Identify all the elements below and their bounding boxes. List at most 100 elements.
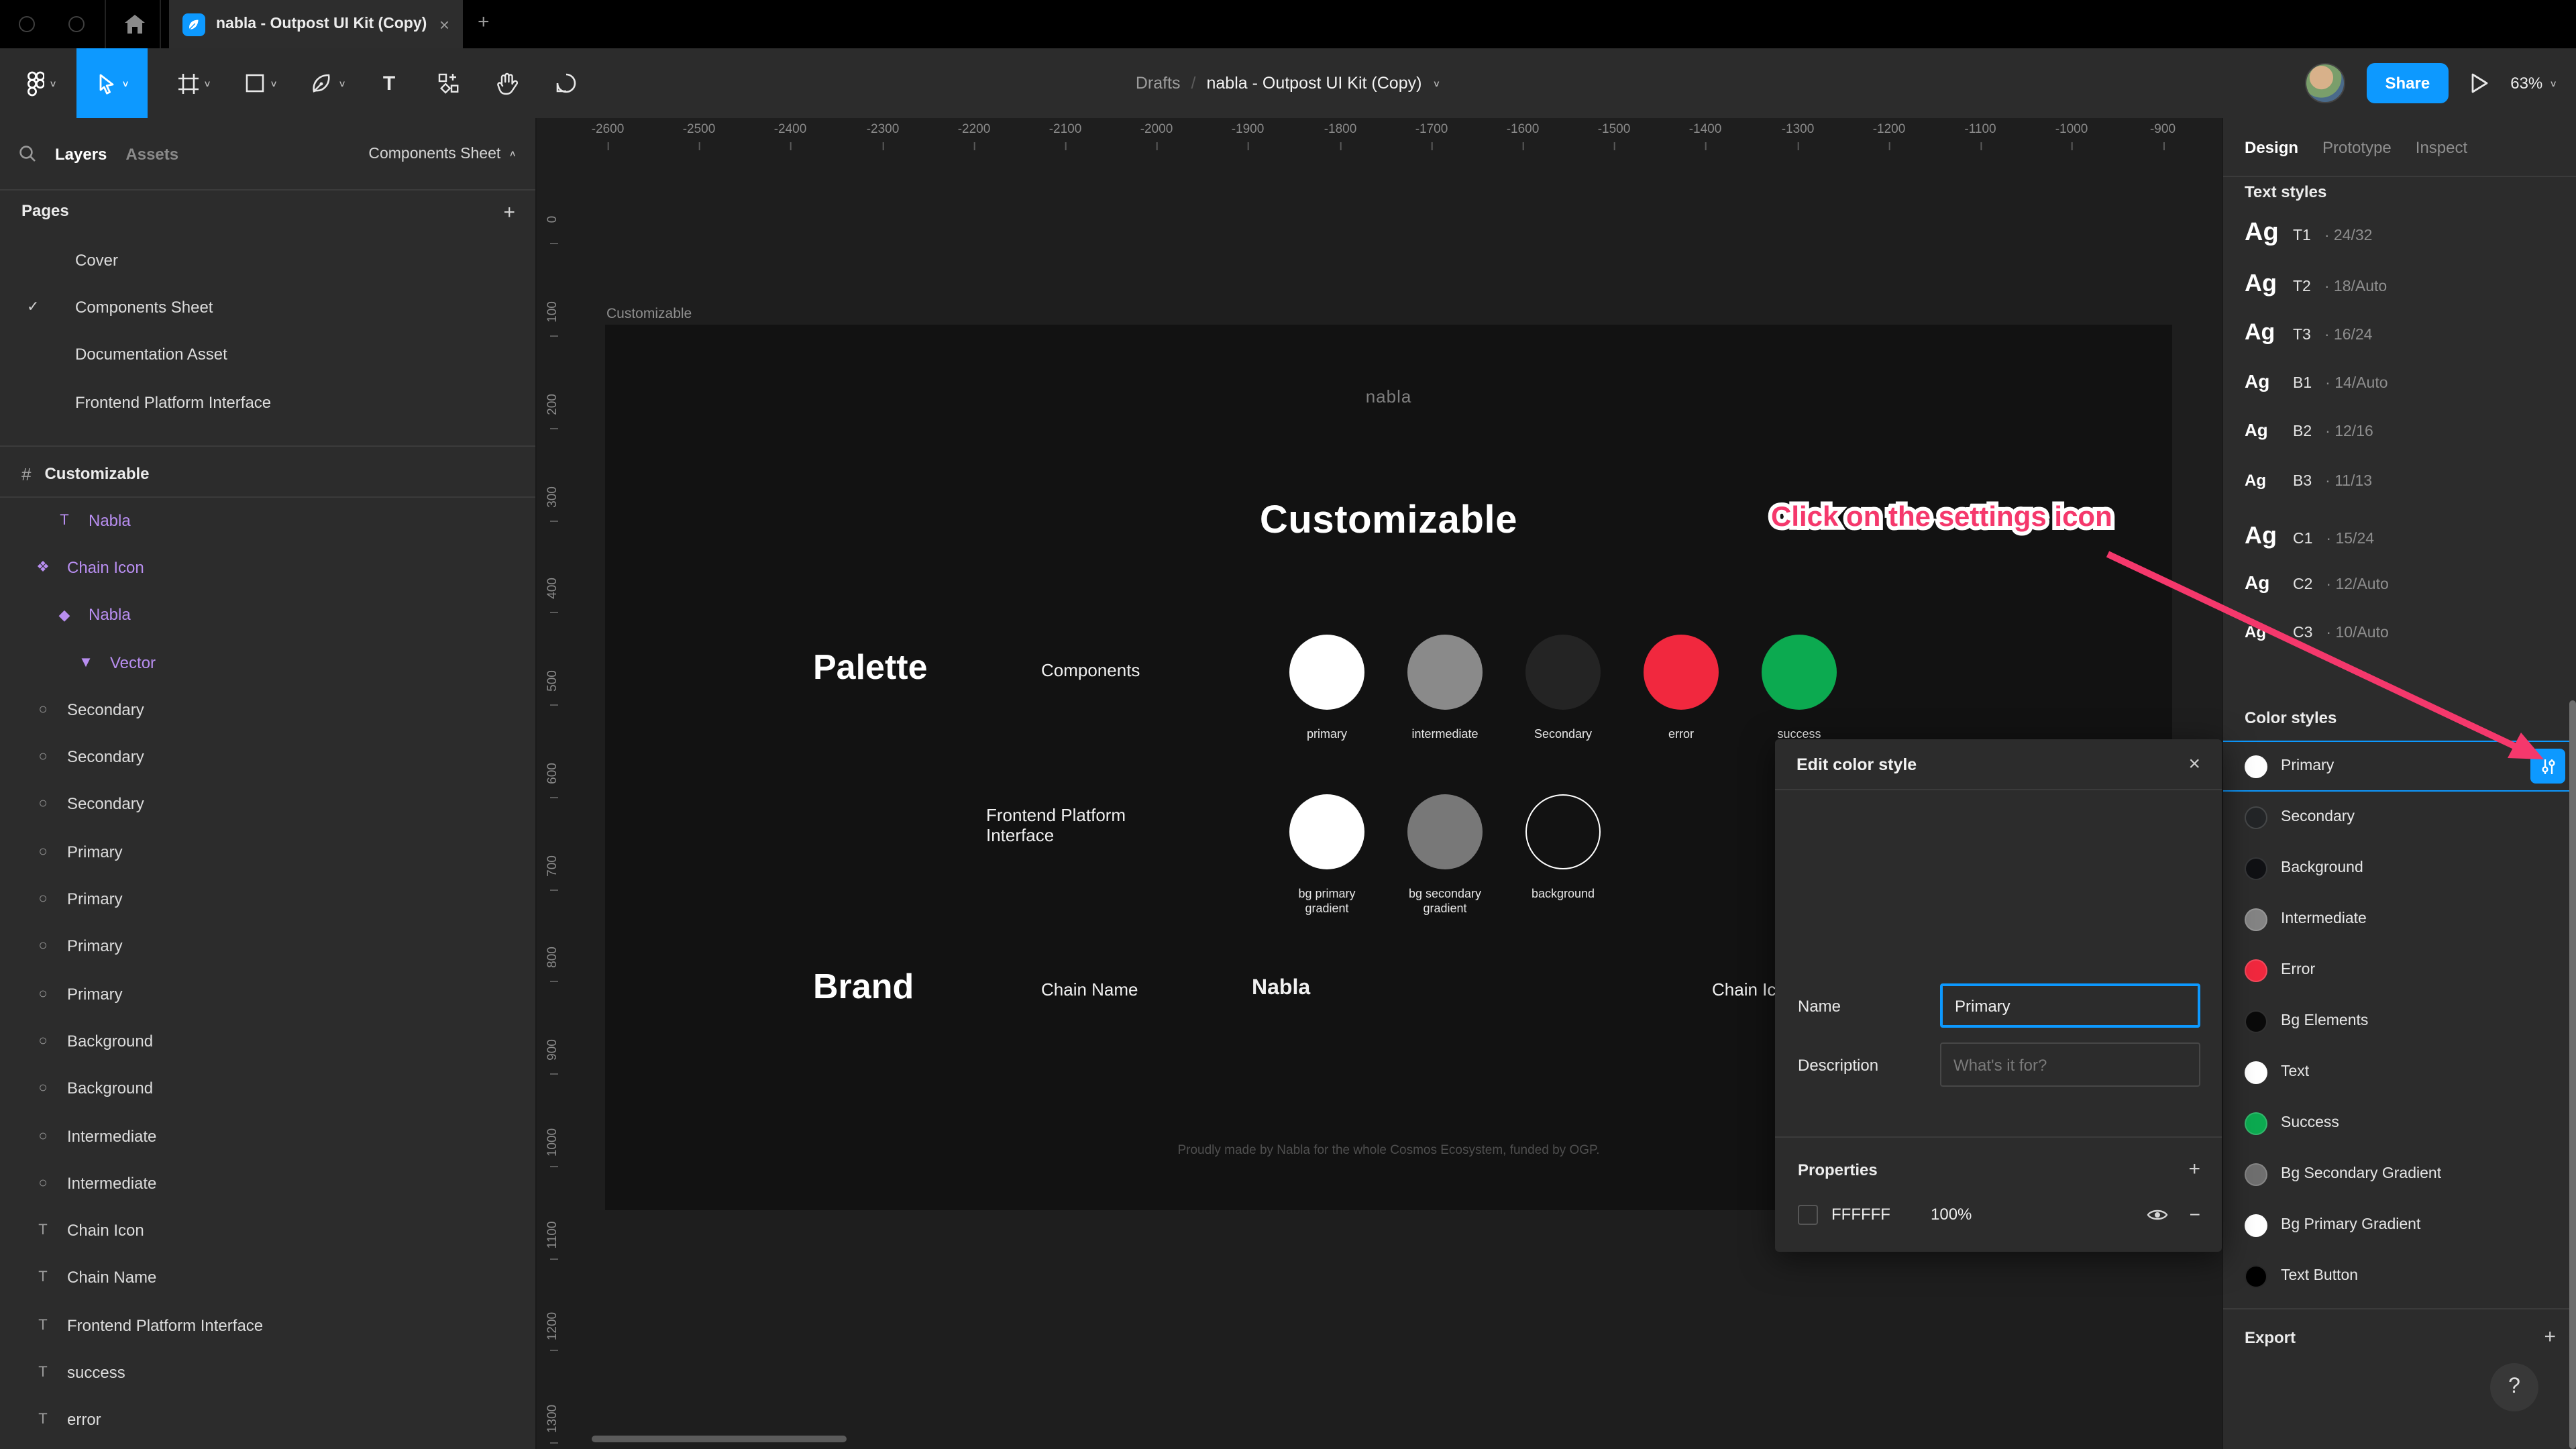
- page-row[interactable]: ✓ Components Sheet: [0, 284, 535, 331]
- color-style-row[interactable]: Bg Elements: [2223, 996, 2576, 1046]
- color-style-row[interactable]: Text Button: [2223, 1250, 2576, 1301]
- help-button[interactable]: ?: [2490, 1363, 2538, 1411]
- color-style-row[interactable]: Bg Primary Gradient: [2223, 1199, 2576, 1250]
- text-style-row[interactable]: Ag C1 15/24: [2223, 521, 2576, 572]
- layer-row[interactable]: ○ Secondary: [0, 733, 535, 781]
- layer-row[interactable]: T Chain Icon: [0, 1207, 535, 1254]
- page-row[interactable]: Documentation Asset: [0, 331, 535, 378]
- frame-canvas-label[interactable]: Customizable: [606, 306, 692, 322]
- color-swatch[interactable]: [1762, 635, 1837, 710]
- panel-scrollbar[interactable]: [2569, 700, 2576, 1449]
- file-tab[interactable]: nabla - Outpost UI Kit (Copy) ×: [169, 0, 463, 48]
- property-opacity-value[interactable]: 100%: [1931, 1205, 1972, 1224]
- text-style-row[interactable]: Ag B1 14/Auto: [2223, 370, 2576, 421]
- horizontal-scrollbar[interactable]: [592, 1436, 847, 1442]
- pen-tool-button[interactable]: ∨: [298, 48, 360, 118]
- export-header: Export: [2245, 1328, 2296, 1346]
- color-style-row[interactable]: Text: [2223, 1046, 2576, 1097]
- color-swatch[interactable]: [1525, 794, 1601, 869]
- layer-row[interactable]: T Nabla: [0, 496, 535, 544]
- text-style-row[interactable]: Ag T1 24/32: [2223, 219, 2576, 269]
- color-style-row[interactable]: Error: [2223, 945, 2576, 996]
- tab-close-icon[interactable]: ×: [439, 14, 449, 34]
- text-style-row[interactable]: Ag C3 10/Auto: [2223, 623, 2576, 673]
- new-tab-icon[interactable]: +: [478, 11, 490, 34]
- layer-row[interactable]: ○ Intermediate: [0, 1112, 535, 1160]
- color-swatch[interactable]: [1525, 635, 1601, 710]
- color-swatch[interactable]: [1644, 635, 1719, 710]
- layer-row[interactable]: ○ Primary: [0, 970, 535, 1018]
- description-input[interactable]: [1940, 1042, 2200, 1087]
- user-avatar[interactable]: [2304, 63, 2345, 103]
- layer-row[interactable]: ○ Primary: [0, 828, 535, 875]
- close-icon[interactable]: ×: [2188, 753, 2200, 775]
- chevron-down-icon[interactable]: ∨: [1432, 78, 1440, 88]
- panel-tab[interactable]: Design: [2245, 138, 2298, 156]
- color-swatch[interactable]: [1407, 635, 1483, 710]
- zoom-menu[interactable]: 63% ∨: [2510, 74, 2557, 93]
- text-style-row[interactable]: Ag T3 16/24: [2223, 319, 2576, 370]
- breadcrumb-filename[interactable]: nabla - Outpost UI Kit (Copy): [1206, 74, 1421, 93]
- text-style-row[interactable]: Ag C2 12/Auto: [2223, 572, 2576, 622]
- color-swatch[interactable]: [1289, 794, 1364, 869]
- page-row[interactable]: Cover: [0, 236, 535, 284]
- property-hex-value[interactable]: FFFFFF: [1831, 1205, 1917, 1224]
- breadcrumb-drafts[interactable]: Drafts: [1136, 74, 1181, 93]
- main-menu-button[interactable]: ∨: [13, 48, 70, 118]
- layer-row[interactable]: ○ Intermediate: [0, 1159, 535, 1207]
- layer-row[interactable]: ○ Secondary: [0, 781, 535, 828]
- layer-row[interactable]: ○ Background: [0, 1018, 535, 1065]
- layer-row[interactable]: ○ Background: [0, 1065, 535, 1112]
- move-tool-button[interactable]: ∨: [76, 48, 148, 118]
- layer-row[interactable]: T Frontend Platform Interface: [0, 1301, 535, 1349]
- shape-tool-button[interactable]: ∨: [231, 48, 292, 118]
- page-row[interactable]: Frontend Platform Interface: [0, 378, 535, 426]
- layer-row[interactable]: ○ Primary: [0, 875, 535, 923]
- selected-frame-name[interactable]: Customizable: [44, 464, 149, 483]
- page-selector[interactable]: Components Sheet ∧: [368, 146, 517, 162]
- name-input[interactable]: [1940, 983, 2200, 1028]
- layer-row[interactable]: ○ Secondary: [0, 686, 535, 733]
- text-style-row[interactable]: Ag T2 18/Auto: [2223, 269, 2576, 319]
- color-style-row[interactable]: Secondary: [2223, 792, 2576, 843]
- tab-assets[interactable]: Assets: [125, 144, 178, 163]
- comment-tool-button[interactable]: [542, 48, 590, 118]
- hand-tool-button[interactable]: [483, 48, 531, 118]
- color-style-row[interactable]: Background: [2223, 843, 2576, 894]
- text-style-row[interactable]: Ag B3 11/13: [2223, 471, 2576, 521]
- nav-forward-icon[interactable]: [68, 16, 85, 32]
- layer-row[interactable]: ❖ Chain Icon: [0, 544, 535, 592]
- present-play-icon[interactable]: [2470, 72, 2489, 94]
- color-style-row[interactable]: Intermediate: [2223, 894, 2576, 945]
- text-style-row[interactable]: Ag B2 12/16: [2223, 421, 2576, 471]
- layer-row[interactable]: T success: [0, 1349, 535, 1397]
- color-swatch[interactable]: [1407, 794, 1483, 869]
- color-style-row[interactable]: Primary: [2223, 741, 2576, 792]
- frame-tool-button[interactable]: ∨: [164, 48, 225, 118]
- ruler-tick-label: -1900: [1231, 122, 1265, 150]
- home-icon[interactable]: [118, 9, 150, 39]
- layer-row[interactable]: T error: [0, 1396, 535, 1444]
- tab-layers[interactable]: Layers: [55, 144, 107, 163]
- layer-row[interactable]: ◆ Nabla: [0, 591, 535, 639]
- remove-property-icon[interactable]: −: [2190, 1203, 2200, 1225]
- search-icon[interactable]: [19, 145, 36, 162]
- visibility-eye-icon[interactable]: [2147, 1207, 2168, 1222]
- share-button[interactable]: Share: [2366, 63, 2449, 103]
- nav-back-icon[interactable]: [19, 16, 35, 32]
- text-tool-button[interactable]: T: [368, 48, 411, 118]
- panel-tab[interactable]: Inspect: [2416, 138, 2467, 156]
- add-property-icon[interactable]: +: [2188, 1158, 2200, 1181]
- color-style-row[interactable]: Success: [2223, 1097, 2576, 1148]
- add-page-icon[interactable]: +: [503, 201, 515, 224]
- panel-tab[interactable]: Prototype: [2322, 138, 2392, 156]
- style-settings-button[interactable]: [2530, 749, 2565, 784]
- color-swatch[interactable]: [1289, 635, 1364, 710]
- color-style-row[interactable]: Bg Secondary Gradient: [2223, 1148, 2576, 1199]
- layer-row[interactable]: ▼ Vector: [0, 639, 535, 686]
- components-tool-button[interactable]: [424, 48, 472, 118]
- property-color-swatch[interactable]: [1798, 1204, 1818, 1224]
- layer-row[interactable]: T Chain Name: [0, 1254, 535, 1302]
- layer-row[interactable]: ○ Primary: [0, 922, 535, 970]
- add-export-icon[interactable]: +: [2544, 1326, 2556, 1348]
